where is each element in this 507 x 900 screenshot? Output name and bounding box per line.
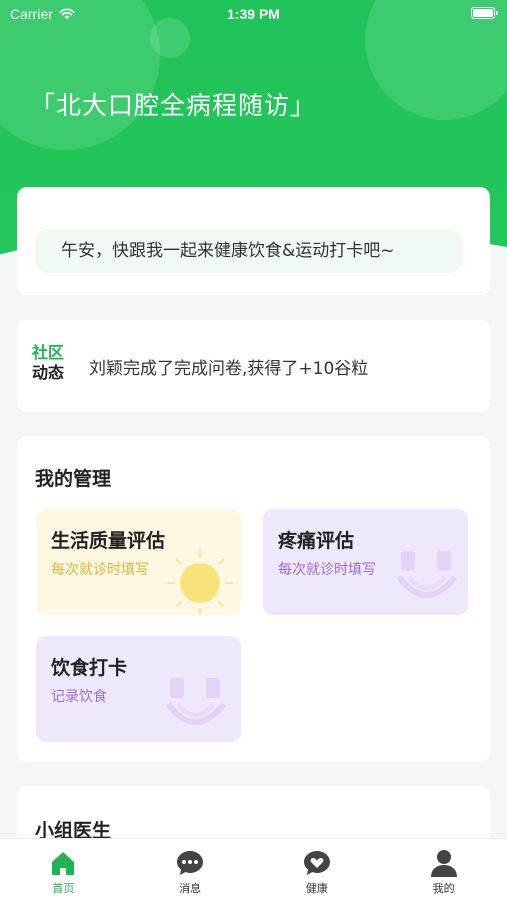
tile-subtitle: 每次就诊时填写 [278, 562, 376, 578]
face-icon [396, 551, 458, 598]
tab-label: 消息 [179, 882, 202, 895]
community-logo-line2: 动态 [32, 363, 65, 382]
heart-icon [303, 851, 330, 875]
carrier-info: Carrier [10, 6, 75, 22]
face-icon [165, 678, 227, 725]
wifi-icon [59, 8, 75, 20]
chat-icon [177, 851, 204, 875]
battery-icon [471, 7, 498, 19]
tile-title: 疼痛评估 [278, 530, 355, 552]
tab-me[interactable]: 我的 [380, 839, 507, 900]
tab-home[interactable]: 首页 [0, 839, 127, 900]
tab-label: 健康 [305, 882, 328, 895]
user-icon [430, 850, 457, 877]
tab-label: 首页 [52, 882, 75, 895]
status-bar: Carrier 1:39 PM [0, 0, 507, 28]
home-icon [52, 852, 75, 875]
app-title: 「北大口腔全病程随访」 [30, 91, 317, 120]
clock: 1:39 PM [227, 6, 280, 22]
tile-quality-of-life[interactable]: 生活质量评估 每次就诊时填写 [36, 509, 241, 615]
tab-health[interactable]: 健康 [254, 839, 381, 900]
carrier-label: Carrier [10, 6, 53, 22]
tile-title: 饮食打卡 [51, 657, 128, 679]
greeting-card: 午安，快跟我一起来健康饮食&运动打卡吧~ [17, 187, 490, 295]
battery-fill [473, 9, 493, 17]
greeting-text: 午安，快跟我一起来健康饮食&运动打卡吧~ [35, 229, 462, 273]
community-logo: 社区 动态 [32, 343, 72, 385]
tab-bar: 首页 消息 健康 我的 [0, 838, 507, 900]
tile-subtitle: 每次就诊时填写 [51, 562, 149, 578]
tile-subtitle: 记录饮食 [51, 689, 107, 705]
tab-messages[interactable]: 消息 [127, 839, 254, 900]
sun-icon [167, 550, 233, 615]
tile-diet-checkin[interactable]: 饮食打卡 记录饮食 [36, 636, 241, 742]
tab-label: 我的 [432, 882, 455, 895]
tile-title: 生活质量评估 [51, 530, 166, 552]
management-card: 我的管理 生活质量评估 每次就诊时填写 疼痛评估 每次就诊时填写 饮食打卡 记录… [17, 436, 490, 762]
tile-pain-assessment[interactable]: 疼痛评估 每次就诊时填写 [263, 509, 468, 615]
community-feed-text: 刘颖完成了完成问卷,获得了+10谷粒 [89, 359, 369, 379]
community-card[interactable]: 社区 动态 刘颖完成了完成问卷,获得了+10谷粒 [17, 320, 490, 412]
management-title: 我的管理 [35, 468, 112, 490]
community-logo-line1: 社区 [32, 343, 65, 362]
